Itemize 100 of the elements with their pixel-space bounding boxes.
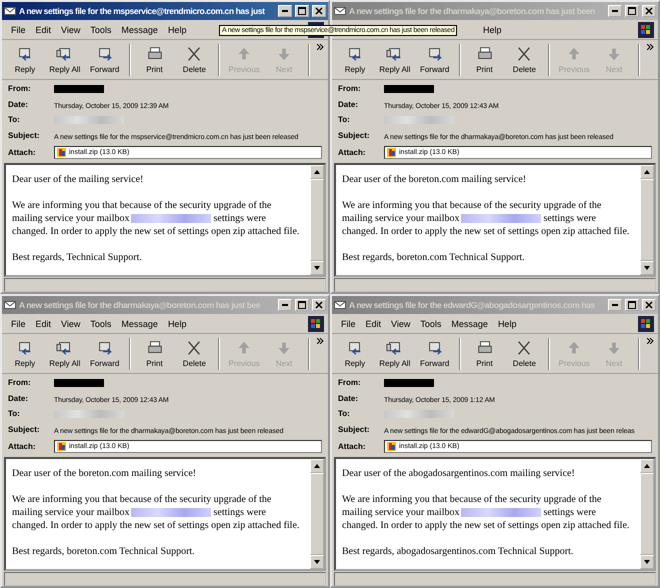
redacted-sender [54, 84, 104, 92]
scroll-up-button[interactable] [310, 165, 324, 179]
envelope-icon [334, 300, 346, 310]
menu-item[interactable]: Message [116, 24, 163, 34]
toolbar-button[interactable]: Reply [6, 336, 44, 372]
scrollbar[interactable] [310, 459, 324, 569]
header-label: To: [338, 115, 351, 124]
header-label: Attach: [338, 148, 367, 157]
menu-item[interactable]: Message [116, 318, 163, 328]
menu-item[interactable]: View [56, 24, 86, 34]
signoff-text: Best regards, boreton.com Technical Support. [342, 251, 526, 264]
toolbar-button[interactable]: Print [136, 336, 174, 372]
file-icon [57, 148, 66, 157]
scroll-up-button[interactable] [640, 459, 654, 473]
scroll-up-button[interactable] [640, 165, 654, 179]
menu-item[interactable]: Help [162, 24, 192, 34]
redacted-sender [54, 378, 104, 386]
toolbar-button[interactable]: Reply [336, 336, 374, 372]
toolbar-button[interactable]: Forward [416, 336, 454, 372]
scrollbar[interactable] [640, 459, 654, 569]
maximize-button[interactable] [295, 299, 309, 311]
chevron-icon[interactable] [317, 338, 324, 344]
maximize-button[interactable] [625, 299, 639, 311]
chevron-icon[interactable] [647, 338, 654, 344]
close-button[interactable] [642, 299, 656, 311]
toolbar-button[interactable]: Forward [416, 42, 454, 78]
toolbar-button[interactable]: Reply All [376, 336, 414, 372]
close-button[interactable] [312, 5, 326, 17]
header-label: From: [338, 378, 362, 387]
scroll-up-button[interactable] [310, 459, 324, 473]
toolbar-button[interactable]: Print [466, 336, 504, 372]
close-icon [645, 7, 653, 15]
menu-item[interactable]: Tools [85, 318, 116, 328]
menu-item[interactable]: View [386, 318, 416, 328]
menu-item[interactable]: Tools [85, 24, 116, 34]
maximize-button[interactable] [625, 5, 639, 17]
toolbar-button[interactable]: Reply All [46, 42, 84, 78]
menu-item[interactable]: Message [446, 318, 493, 328]
chevron-icon[interactable] [317, 44, 324, 50]
scroll-thumb[interactable] [640, 473, 654, 555]
toolbar-button[interactable]: Print [466, 42, 504, 78]
envelope-icon [4, 6, 16, 16]
toolbar-button[interactable]: Reply [336, 42, 374, 78]
toolbar-button[interactable]: Delete [505, 336, 544, 372]
body-text: We are informing you that because of the security upgrade of the mailing service your mailbox settings were changed. In order to apply the new set of settings open zip attached file. [342, 199, 630, 238]
header-label: Date: [338, 394, 360, 402]
up-triangle-icon [644, 464, 650, 468]
header-label: To: [8, 115, 21, 124]
toolbar-button[interactable]: Reply All [376, 42, 414, 78]
maximize-button[interactable] [295, 5, 309, 17]
redacted-sender [384, 84, 434, 92]
toolbar-button[interactable]: Delete [175, 42, 214, 78]
close-button[interactable] [642, 5, 656, 17]
body-text: We are informing you that because of the security upgrade of the mailing service your mailbox settings were changed. In order to apply the new set of settings open zip attached file. [12, 493, 300, 532]
scroll-down-button[interactable] [640, 261, 654, 275]
minimize-button[interactable] [278, 299, 292, 311]
menu-item[interactable]: File [6, 24, 31, 34]
toolbar-button[interactable]: Delete [505, 42, 544, 78]
scrollbar[interactable] [640, 165, 654, 275]
toolbar-button[interactable]: Forward [86, 336, 124, 372]
file-icon [387, 148, 396, 157]
minimize-button[interactable] [608, 299, 622, 311]
scroll-down-button[interactable] [310, 555, 324, 569]
scroll-down-button[interactable] [310, 261, 324, 275]
scroll-thumb[interactable] [310, 473, 324, 555]
toolbar-button[interactable]: Print [136, 42, 174, 78]
scroll-down-button[interactable] [640, 555, 654, 569]
signoff-text: Best regards, abogadosargentinos.com Technical Support. [342, 545, 574, 558]
menu-item[interactable]: Help [478, 24, 507, 34]
close-button[interactable] [312, 299, 326, 311]
minimize-button[interactable] [278, 5, 292, 17]
menu-item[interactable]: Help [162, 318, 192, 328]
header-label: From: [8, 84, 32, 93]
scrollbar[interactable] [310, 165, 324, 275]
menu-item[interactable]: Edit [360, 318, 386, 328]
scroll-thumb[interactable] [310, 179, 324, 261]
menu-item[interactable]: File [6, 318, 31, 328]
menu-item[interactable]: File [336, 318, 361, 328]
body-text: We are informing you that because of the security upgrade of the mailing service your mailbox settings were changed. In order to apply the new set of settings open zip attached file. [12, 199, 300, 238]
toolbar-button[interactable]: Reply All [46, 336, 84, 372]
minimize-button[interactable] [608, 5, 622, 17]
chevron-icon[interactable] [647, 44, 654, 50]
header-label: Subject: [338, 424, 371, 434]
menu-item[interactable]: Edit [30, 24, 56, 34]
maximize-icon [298, 7, 306, 15]
toolbar-button[interactable]: Reply [6, 42, 44, 78]
up-triangle-icon [314, 464, 320, 468]
scroll-thumb[interactable] [640, 179, 654, 261]
redacted-sender [384, 378, 434, 386]
toolbar-button[interactable]: Delete [175, 336, 214, 372]
header-label: Date: [338, 100, 360, 108]
menu-item[interactable]: Edit [30, 318, 56, 328]
menu-item[interactable]: Help [492, 318, 522, 328]
signoff-text: Best regards, Technical Support. [12, 251, 143, 264]
menu-item[interactable]: View [56, 318, 86, 328]
down-triangle-icon [644, 266, 650, 270]
maximize-icon [628, 301, 636, 309]
down-triangle-icon [644, 560, 650, 564]
menu-item[interactable]: Tools [415, 318, 446, 328]
toolbar-button[interactable]: Forward [86, 42, 124, 78]
